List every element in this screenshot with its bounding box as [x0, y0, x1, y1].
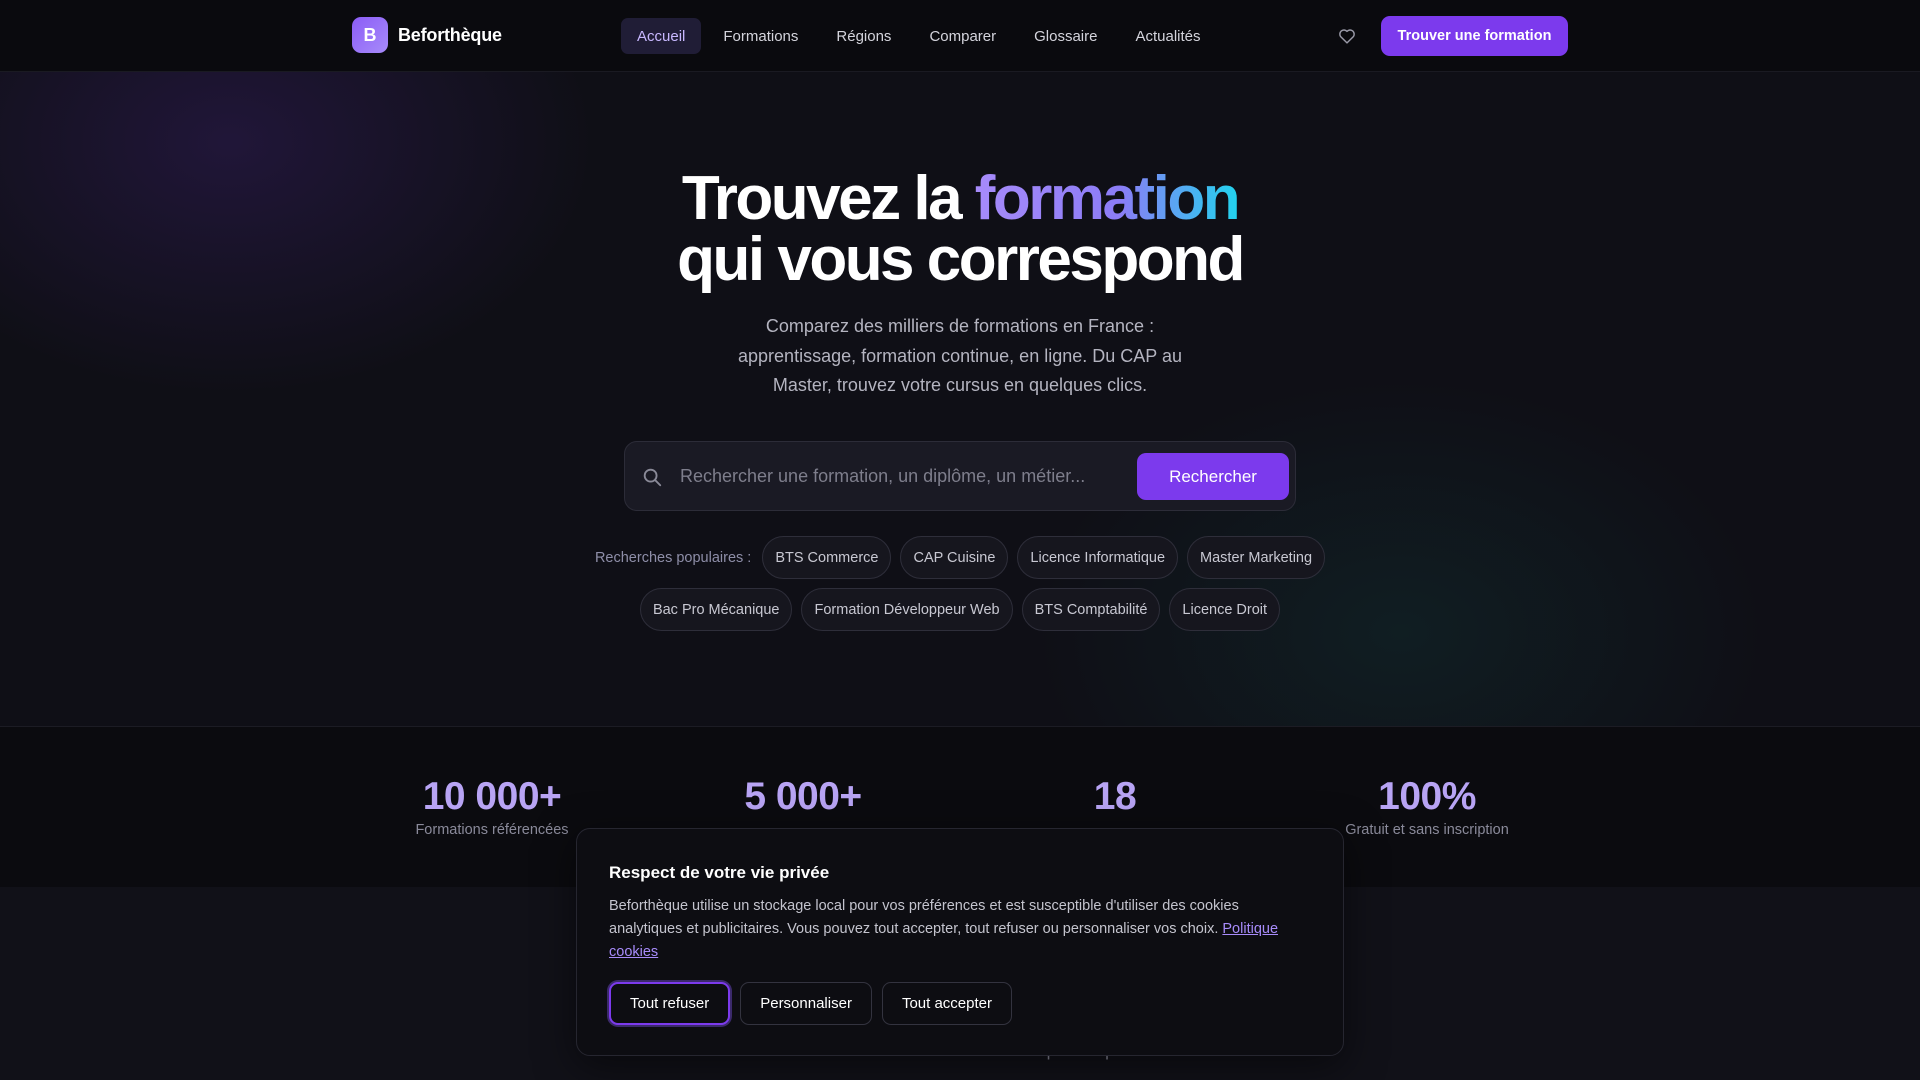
- stat-centres: 5 000+: [653, 774, 953, 822]
- stat-value: 5 000+: [744, 775, 862, 818]
- top-navbar: B Beforthèque Accueil Formations Régions…: [0, 0, 1920, 72]
- main-nav: Accueil Formations Régions Comparer Glos…: [621, 18, 1217, 54]
- popular-chip[interactable]: Licence Droit: [1169, 588, 1281, 631]
- customize-button[interactable]: Personnaliser: [740, 982, 872, 1025]
- accept-all-button[interactable]: Tout accepter: [881, 982, 1012, 1025]
- popular-chip[interactable]: Master Marketing: [1187, 536, 1326, 579]
- logo-badge: B: [352, 17, 388, 53]
- search-bar: Rechercher: [624, 441, 1296, 511]
- refuse-all-button[interactable]: Tout refuser: [609, 982, 731, 1025]
- nav-item-comparer[interactable]: Comparer: [913, 18, 1012, 54]
- hero-subtitle: Comparez des milliers de formations en F…: [738, 316, 1182, 395]
- search-icon: [643, 468, 662, 487]
- logo-text: Beforthèque: [398, 24, 502, 45]
- hero-title: Trouvez la formation qui vous correspond: [0, 168, 1920, 291]
- stat-regions: 18: [965, 774, 1265, 822]
- popular-chip[interactable]: CAP Cuisine: [900, 536, 1009, 579]
- cookie-text: Beforthèque utilise un stockage local po…: [609, 895, 1309, 964]
- cookie-body: Beforthèque utilise un stockage local po…: [609, 898, 1239, 937]
- nav-item-formations[interactable]: Formations: [707, 18, 814, 54]
- stat-value: 100%: [1378, 775, 1476, 818]
- popular-chip[interactable]: BTS Comptabilité: [1021, 588, 1161, 631]
- popular-searches-label: Recherches populaires :: [594, 549, 752, 566]
- hero-title-line2: qui vous correspond: [677, 225, 1245, 294]
- hero-title-highlight: formation: [974, 164, 1241, 233]
- stat-value: 10 000+: [422, 775, 562, 818]
- nav-item-actualites[interactable]: Actualités: [1119, 18, 1216, 54]
- hero-section: Trouvez la formation qui vous correspond…: [0, 72, 1920, 727]
- popular-chip[interactable]: Formation Développeur Web: [801, 588, 1013, 631]
- hero-title-before: Trouvez la: [681, 164, 975, 233]
- nav-item-accueil[interactable]: Accueil: [621, 18, 702, 54]
- popular-chip[interactable]: BTS Commerce: [762, 536, 892, 579]
- nav-item-glossaire[interactable]: Glossaire: [1018, 18, 1113, 54]
- popular-searches: Recherches populaires : BTS Commerce CAP…: [580, 536, 1340, 631]
- popular-chip[interactable]: Bac Pro Mécanique: [639, 588, 793, 631]
- cookie-banner: Respect de votre vie privée Beforthèque …: [576, 828, 1344, 1056]
- search-button[interactable]: Rechercher: [1137, 453, 1289, 500]
- find-formation-button[interactable]: Trouver une formation: [1381, 16, 1568, 56]
- search-input[interactable]: [680, 456, 1120, 496]
- stat-value: 18: [1093, 775, 1137, 818]
- popular-chip[interactable]: Licence Informatique: [1017, 536, 1179, 579]
- favorites-button[interactable]: [1334, 23, 1360, 49]
- cookie-title: Respect de votre vie privée: [609, 863, 830, 882]
- logo-link[interactable]: B Beforthèque: [352, 17, 502, 53]
- cookie-actions: Tout refuser Personnaliser Tout accepter: [609, 982, 1012, 1025]
- nav-item-regions[interactable]: Régions: [820, 18, 907, 54]
- heart-icon: [1339, 29, 1355, 44]
